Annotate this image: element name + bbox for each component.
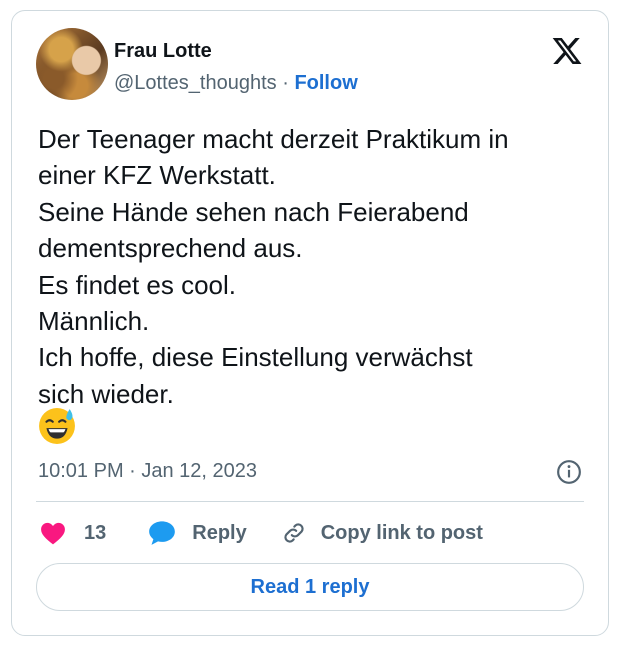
info-icon[interactable] (556, 459, 582, 485)
author-handle[interactable]: @Lottes_thoughts (114, 72, 277, 94)
separator-dot: · (282, 72, 289, 94)
heart-icon (41, 522, 65, 545)
handle-row: @Lottes_thoughts · Follow (114, 71, 358, 95)
follow-button[interactable]: Follow (294, 72, 357, 94)
tweet-text: Der Teenager macht derzeit Praktikum in … (38, 124, 509, 409)
tweet-card: Frau Lotte @Lottes_thoughts · Follow Der… (11, 10, 609, 636)
action-bar: 13 Reply Copy link to post (40, 517, 483, 549)
divider (36, 501, 584, 502)
sweat-smile-emoji (39, 408, 75, 444)
likes-count: 13 (84, 521, 107, 544)
copy-link-button[interactable]: Copy link to post (281, 520, 483, 546)
read-replies-button[interactable]: Read 1 reply (36, 563, 584, 611)
tweet-timestamp[interactable]: 10:01 PM · Jan 12, 2023 (38, 459, 257, 483)
author-info: Frau Lotte @Lottes_thoughts · Follow (114, 39, 358, 95)
author-name[interactable]: Frau Lotte (114, 39, 358, 63)
avatar[interactable] (36, 28, 108, 100)
speech-bubble-icon (149, 521, 176, 545)
reply-button[interactable]: Reply (148, 520, 247, 546)
link-icon (284, 523, 304, 543)
like-button[interactable]: 13 (40, 521, 106, 545)
x-logo-icon[interactable] (550, 35, 584, 67)
reply-label: Reply (192, 521, 247, 544)
copy-link-label: Copy link to post (320, 521, 483, 544)
